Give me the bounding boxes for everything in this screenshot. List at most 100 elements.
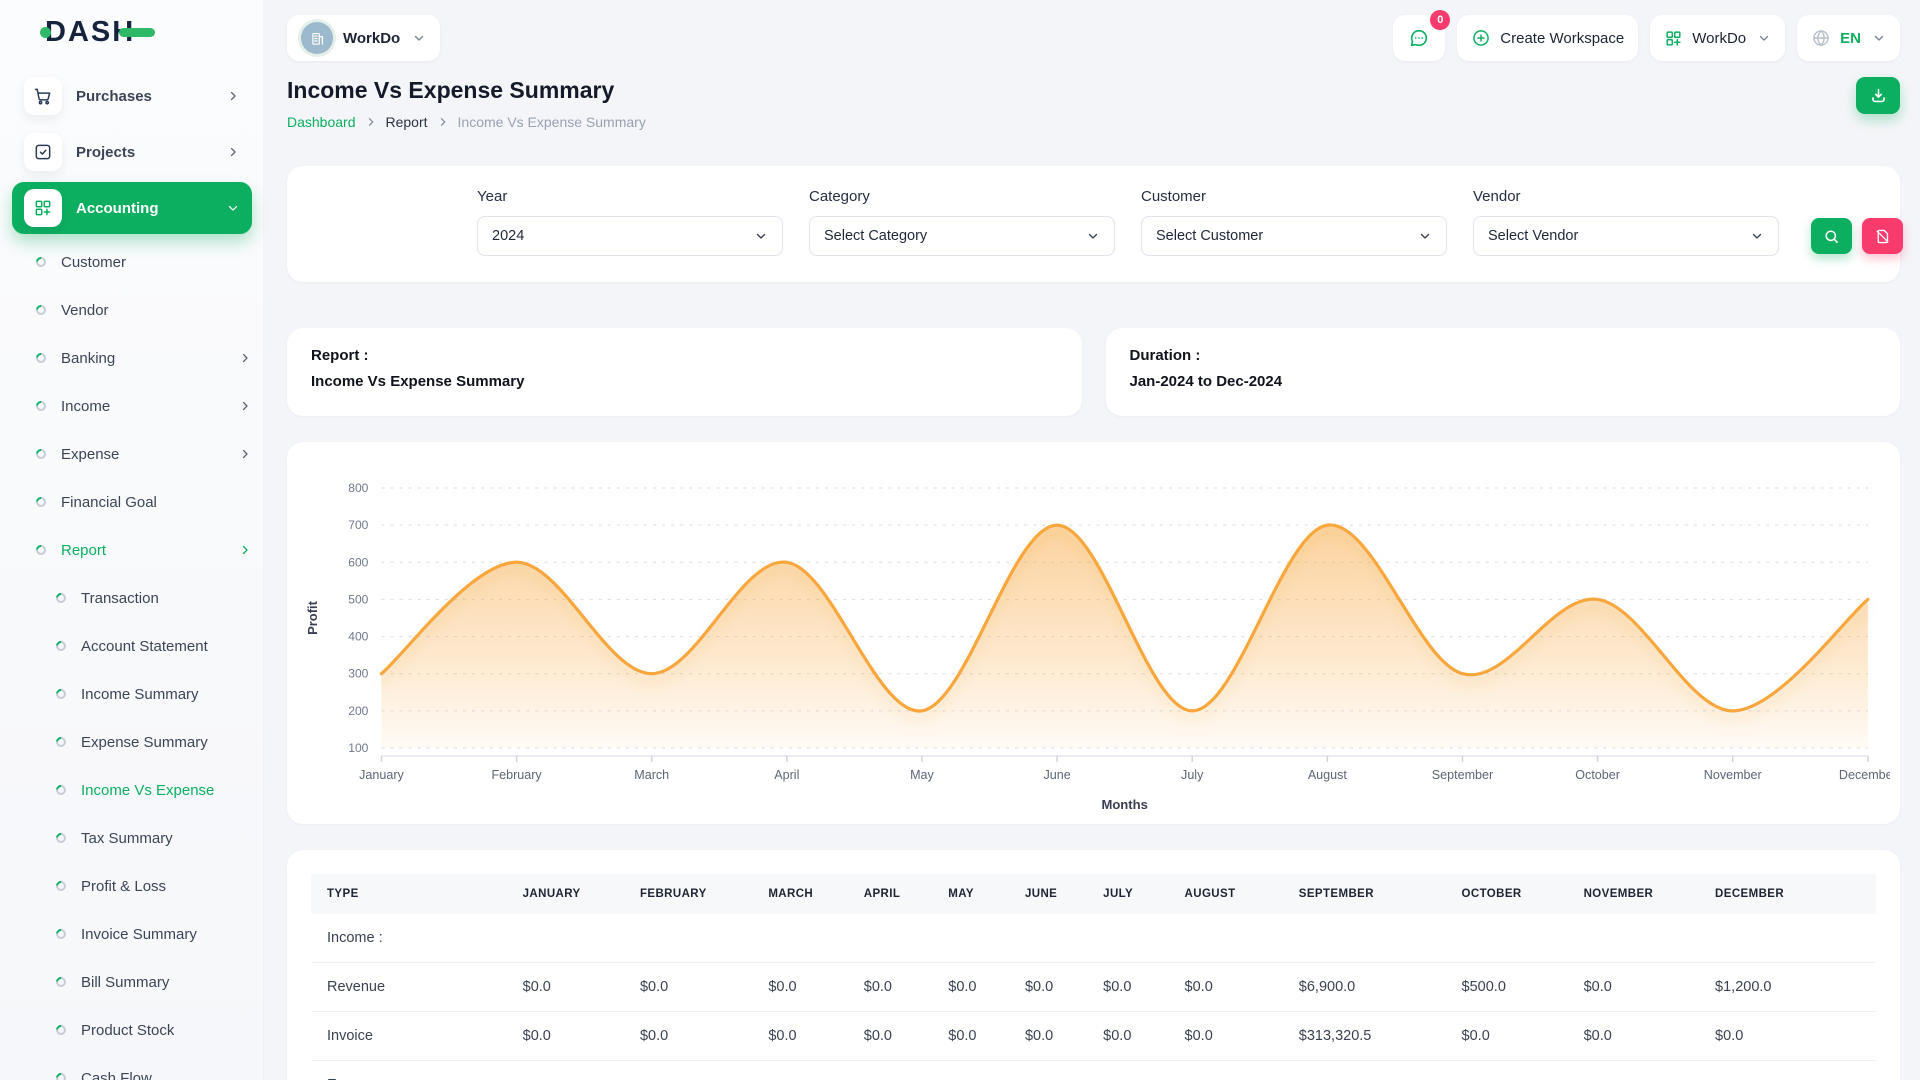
svg-text:700: 700	[348, 518, 368, 532]
language-selector[interactable]: EN	[1797, 15, 1900, 61]
sidebar-item-bill-summary[interactable]: Bill Summary	[12, 958, 252, 1006]
logo-dash-icon	[119, 28, 155, 37]
amount-cell: $0.0	[1446, 1012, 1568, 1061]
plus-circle-icon	[1471, 28, 1491, 48]
workspace-switcher[interactable]: WorkDo	[287, 15, 440, 61]
customer-label: Customer	[1141, 188, 1447, 205]
table-section-row: Expense :	[311, 1061, 1876, 1080]
page-header: Income Vs Expense Summary Dashboard Repo…	[287, 77, 1900, 130]
sidebar-item-income[interactable]: Income	[12, 382, 252, 430]
chevron-right-icon	[238, 447, 252, 461]
sidebar-item-financial-goal[interactable]: Financial Goal	[12, 478, 252, 526]
customer-select[interactable]: Select Customer	[1141, 216, 1447, 256]
sidebar-item-invoice-summary[interactable]: Invoice Summary	[12, 910, 252, 958]
row-type: Revenue	[311, 963, 507, 1012]
workspace-menu-button[interactable]: WorkDo	[1650, 15, 1785, 61]
sidebar-item-expense[interactable]: Expense	[12, 430, 252, 478]
bullet-icon	[54, 735, 68, 749]
svg-text:Months: Months	[1101, 797, 1147, 812]
profit-chart-card: 100200300400500600700800JanuaryFebruaryM…	[287, 442, 1900, 824]
column-header-october: OCTOBER	[1446, 874, 1568, 914]
category-label: Category	[809, 188, 1115, 205]
duration-label: Duration :	[1130, 347, 1877, 364]
download-report-button[interactable]	[1856, 77, 1900, 114]
sidebar-item-label: Cash Flow	[81, 1070, 252, 1080]
app-logo[interactable]: DASH	[0, 0, 264, 64]
year-select[interactable]: 2024	[477, 216, 783, 256]
chevron-down-icon	[1872, 31, 1886, 45]
svg-text:200: 200	[348, 704, 368, 718]
svg-text:500: 500	[348, 592, 368, 606]
chevron-down-icon	[1418, 229, 1432, 243]
column-header-september: SEPTEMBER	[1283, 874, 1446, 914]
breadcrumb-dashboard[interactable]: Dashboard	[287, 114, 356, 130]
sidebar-item-profit-loss[interactable]: Profit & Loss	[12, 862, 252, 910]
column-header-january: JANUARY	[507, 874, 624, 914]
apply-filter-button[interactable]	[1811, 218, 1852, 254]
sidebar-item-label: Financial Goal	[61, 494, 252, 511]
svg-text:April: April	[774, 768, 799, 782]
breadcrumb-current: Income Vs Expense Summary	[458, 114, 646, 130]
sidebar-item-tax-summary[interactable]: Tax Summary	[12, 814, 252, 862]
sidebar-item-projects[interactable]: Projects	[12, 126, 252, 178]
svg-text:November: November	[1704, 768, 1762, 782]
amount-cell: $0.0	[1087, 1012, 1168, 1061]
sidebar-item-label: Invoice Summary	[81, 926, 252, 943]
sidebar-item-accounting[interactable]: Accounting	[12, 182, 252, 234]
amount-cell: $313,320.5	[1283, 1012, 1446, 1061]
section-label: Income :	[311, 914, 1876, 963]
sidebar-item-purchases[interactable]: Purchases	[12, 70, 252, 122]
column-header-may: MAY	[932, 874, 1009, 914]
amount-cell: $0.0	[507, 1012, 624, 1061]
sidebar-item-expense-summary[interactable]: Expense Summary	[12, 718, 252, 766]
column-header-july: JULY	[1087, 874, 1168, 914]
column-header-november: NOVEMBER	[1568, 874, 1699, 914]
column-header-march: MARCH	[752, 874, 847, 914]
table-row-invoice: Invoice$0.0$0.0$0.0$0.0$0.0$0.0$0.0$0.0$…	[311, 1012, 1876, 1061]
bullet-icon	[54, 1071, 68, 1080]
bullet-icon	[34, 447, 48, 461]
report-summary-card: Report : Income Vs Expense Summary	[287, 328, 1082, 416]
amount-cell: $0.0	[624, 963, 752, 1012]
amount-cell: $0.0	[752, 963, 847, 1012]
vendor-label: Vendor	[1473, 188, 1779, 205]
amount-cell: $0.0	[1009, 963, 1087, 1012]
sidebar-item-account-statement[interactable]: Account Statement	[12, 622, 252, 670]
svg-text:December: December	[1839, 768, 1890, 782]
bullet-icon	[34, 303, 48, 317]
category-select[interactable]: Select Category	[809, 216, 1115, 256]
profit-area-chart: 100200300400500600700800JanuaryFebruaryM…	[301, 464, 1890, 816]
breadcrumb-report[interactable]: Report	[386, 114, 428, 130]
reset-filter-button[interactable]	[1862, 218, 1903, 254]
bullet-icon	[54, 927, 68, 941]
sidebar-item-customer[interactable]: Customer	[12, 238, 252, 286]
building-icon	[301, 22, 333, 54]
sidebar-item-transaction[interactable]: Transaction	[12, 574, 252, 622]
sidebar-item-report[interactable]: Report	[12, 526, 252, 574]
create-workspace-button[interactable]: Create Workspace	[1457, 15, 1638, 61]
amount-cell: $0.0	[624, 1012, 752, 1061]
amount-cell: $0.0	[1169, 1012, 1283, 1061]
sidebar-item-label: Income Summary	[81, 686, 252, 703]
sidebar-item-label: Income Vs Expense	[81, 782, 252, 799]
sidebar-item-income-vs-expense[interactable]: Income Vs Expense	[12, 766, 252, 814]
sidebar-item-product-stock[interactable]: Product Stock	[12, 1006, 252, 1054]
table-header-row: TYPEJANUARYFEBRUARYMARCHAPRILMAYJUNEJULY…	[311, 874, 1876, 914]
bullet-icon	[34, 543, 48, 557]
svg-text:August: August	[1308, 768, 1348, 782]
row-type: Invoice	[311, 1012, 507, 1061]
sidebar-item-income-summary[interactable]: Income Summary	[12, 670, 252, 718]
sidebar-item-banking[interactable]: Banking	[12, 334, 252, 382]
create-workspace-label: Create Workspace	[1500, 30, 1624, 47]
duration-summary-card: Duration : Jan-2024 to Dec-2024	[1106, 328, 1901, 416]
vendor-select[interactable]: Select Vendor	[1473, 216, 1779, 256]
messages-button[interactable]: 0	[1393, 15, 1445, 61]
sidebar-item-cash-flow[interactable]: Cash Flow	[12, 1054, 252, 1080]
sidebar-item-label: Purchases	[76, 88, 226, 105]
logo-dot-icon	[40, 27, 51, 38]
svg-text:March: March	[634, 768, 669, 782]
bullet-icon	[34, 495, 48, 509]
chevron-down-icon	[754, 229, 768, 243]
sidebar-item-vendor[interactable]: Vendor	[12, 286, 252, 334]
year-label: Year	[477, 188, 783, 205]
